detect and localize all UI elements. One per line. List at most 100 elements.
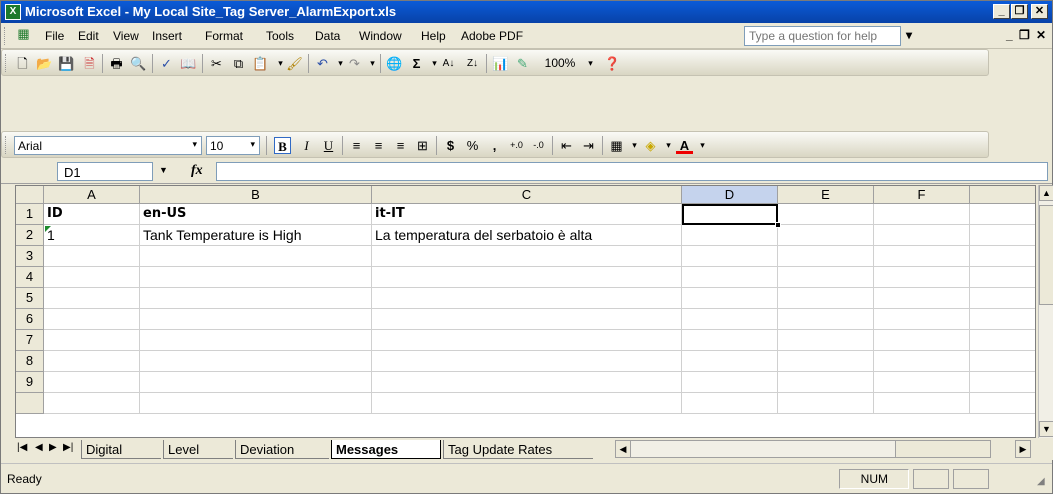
help-icon[interactable]: ❓ <box>604 55 621 72</box>
restore-button[interactable]: ❐ <box>1011 4 1028 19</box>
grid-cell[interactable] <box>140 330 372 351</box>
fill-color-dropdown-icon[interactable]: ▾ <box>660 137 677 154</box>
grid-cell[interactable] <box>874 267 970 288</box>
grid-cell[interactable] <box>874 309 970 330</box>
workbook-icon[interactable]: ▦ <box>15 25 32 42</box>
cell-a1[interactable]: ID <box>44 204 140 225</box>
row-header-1[interactable]: 1 <box>16 204 44 225</box>
fill-color-icon[interactable]: ◈ <box>642 137 659 154</box>
next-sheet-icon[interactable]: ▶ <box>49 442 57 453</box>
grid-cell[interactable] <box>140 372 372 393</box>
grid-cell[interactable] <box>874 288 970 309</box>
minimize-button[interactable]: _ <box>993 4 1010 19</box>
grid-cell[interactable] <box>778 288 874 309</box>
grid-cell[interactable] <box>778 246 874 267</box>
menu-data[interactable]: Data <box>315 29 340 43</box>
menu-tools[interactable]: Tools <box>266 29 294 43</box>
doc-restore-icon[interactable]: ❐ <box>1019 28 1030 42</box>
format-painter-icon[interactable]: 🖌 <box>286 55 303 72</box>
grid-cell[interactable] <box>372 288 682 309</box>
increase-indent-icon[interactable]: ⇥ <box>580 137 597 154</box>
row-header-6[interactable]: 6 <box>16 309 44 330</box>
scroll-down-icon[interactable]: ▼ <box>1039 421 1053 437</box>
grid-cell[interactable] <box>372 246 682 267</box>
vertical-scrollbar[interactable]: ▲ ▼ <box>1038 185 1053 438</box>
question-help-input[interactable] <box>744 26 901 46</box>
grid-cell[interactable] <box>682 351 778 372</box>
grid-cell[interactable] <box>778 225 874 246</box>
save-icon[interactable]: 💾 <box>58 55 75 72</box>
grid-cell[interactable] <box>372 309 682 330</box>
autosum-icon[interactable]: Σ <box>408 55 425 72</box>
sheet-tab-deviation[interactable]: Deviation <box>235 440 329 459</box>
hyperlink-icon[interactable]: 🌐 <box>386 55 403 72</box>
menu-help[interactable]: Help <box>421 29 446 43</box>
decrease-indent-icon[interactable]: ⇤ <box>558 137 575 154</box>
hscroll-left-icon[interactable]: ◀ <box>615 440 631 458</box>
grid-cell[interactable] <box>874 225 970 246</box>
menu-grip[interactable] <box>4 27 7 45</box>
doc-minimize-icon[interactable]: _ <box>1006 28 1013 42</box>
font-name-select[interactable]: Arial ▾ <box>14 136 202 155</box>
grid-cell[interactable] <box>970 351 1035 372</box>
align-right-icon[interactable]: ≡ <box>392 137 409 154</box>
grid-cell[interactable] <box>372 372 682 393</box>
borders-dropdown-icon[interactable]: ▾ <box>626 137 643 154</box>
grid-cell[interactable] <box>372 330 682 351</box>
sheet-tab-level[interactable]: Level <box>163 440 233 459</box>
italic-button[interactable]: I <box>298 137 315 154</box>
grid-cell[interactable] <box>682 393 778 414</box>
formula-input[interactable] <box>216 162 1048 181</box>
cell-d1-selected[interactable] <box>682 204 778 225</box>
grid-cell[interactable] <box>140 246 372 267</box>
bold-button[interactable]: B <box>274 137 291 154</box>
spelling-icon[interactable]: ✓ <box>158 55 175 72</box>
sort-descending-icon[interactable]: Z↓ <box>464 55 481 72</box>
close-button[interactable]: ✕ <box>1031 4 1048 19</box>
grid-cell[interactable] <box>874 393 970 414</box>
grid-cell[interactable] <box>682 330 778 351</box>
grid-cell[interactable] <box>778 267 874 288</box>
name-box-dropdown-icon[interactable]: ▼ <box>159 165 168 175</box>
research-icon[interactable]: 📖 <box>180 55 197 72</box>
cut-icon[interactable]: ✂ <box>208 55 225 72</box>
grid-cell[interactable] <box>682 246 778 267</box>
increase-decimal-icon[interactable]: +.0 <box>508 137 525 154</box>
chart-wizard-icon[interactable]: 📊 <box>492 55 509 72</box>
paste-icon[interactable]: 📋 <box>252 55 269 72</box>
grid-cell[interactable] <box>778 330 874 351</box>
grid-cell[interactable] <box>970 330 1035 351</box>
grid-cell[interactable] <box>372 351 682 372</box>
grid-cell[interactable] <box>970 288 1035 309</box>
grid-cell[interactable] <box>140 267 372 288</box>
grid-cell[interactable] <box>970 204 1035 225</box>
zoom-dropdown-icon[interactable]: ▾ <box>582 55 599 72</box>
comma-icon[interactable]: , <box>486 137 503 154</box>
grid-cell[interactable] <box>778 309 874 330</box>
merge-center-icon[interactable]: ⊞ <box>414 137 431 154</box>
grid-cell[interactable] <box>44 393 140 414</box>
grid-cell[interactable] <box>970 309 1035 330</box>
font-color-icon[interactable]: A <box>676 137 693 154</box>
doc-close-icon[interactable]: ✕ <box>1036 28 1046 42</box>
grid-cell[interactable] <box>778 204 874 225</box>
grid-cell[interactable] <box>682 267 778 288</box>
row-header-5[interactable]: 5 <box>16 288 44 309</box>
print-icon[interactable]: 🖶 <box>108 55 125 72</box>
borders-icon[interactable]: ▦ <box>608 137 625 154</box>
cell-b1[interactable]: en-US <box>140 204 372 225</box>
row-header-3[interactable]: 3 <box>16 246 44 267</box>
last-sheet-icon[interactable]: ▶| <box>63 442 73 453</box>
menu-edit[interactable]: Edit <box>78 29 99 43</box>
zoom-value[interactable]: 100% <box>536 55 584 72</box>
menu-window[interactable]: Window <box>359 29 402 43</box>
sort-ascending-icon[interactable]: A↓ <box>440 55 457 72</box>
percent-icon[interactable]: % <box>464 137 481 154</box>
menu-adobe-pdf[interactable]: Adobe PDF <box>461 29 523 43</box>
open-icon[interactable]: 📂 <box>36 55 53 72</box>
column-header-b[interactable]: B <box>140 186 372 204</box>
grid-cell[interactable] <box>970 225 1035 246</box>
grid-cell[interactable] <box>682 372 778 393</box>
new-icon[interactable]: 🗋 <box>14 55 31 72</box>
row-header-7[interactable]: 7 <box>16 330 44 351</box>
